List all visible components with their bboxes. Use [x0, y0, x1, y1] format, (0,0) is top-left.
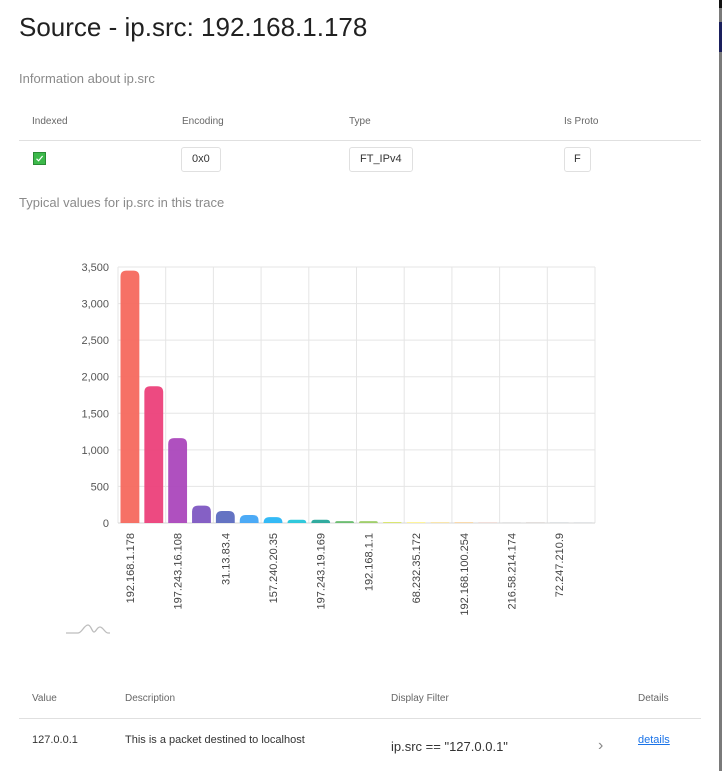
check-icon: [36, 155, 44, 162]
is-proto-value: F: [564, 147, 591, 172]
y-tick-label: 3,500: [81, 262, 109, 274]
y-tick-label: 0: [103, 518, 109, 530]
row-value: 127.0.0.1: [32, 734, 78, 746]
x-tick-label: 157.240.20.35: [268, 533, 280, 603]
row-display-filter: ip.src == "127.0.0.1": [391, 739, 508, 754]
col-is-proto: Is Proto: [564, 116, 599, 127]
details-link[interactable]: details: [638, 734, 670, 746]
col-encoding: Encoding: [182, 116, 224, 127]
bar: [120, 270, 140, 523]
x-tick-label: 192.168.1.178: [125, 533, 137, 603]
info-heading: Information about ip.src: [19, 71, 155, 86]
y-tick-label: 500: [91, 481, 109, 493]
bar: [311, 519, 331, 523]
field-info-table: Indexed Encoding Type Is Proto 0x0 FT_IP…: [19, 108, 701, 181]
bar: [239, 514, 259, 523]
y-tick-label: 3,000: [81, 299, 109, 311]
x-tick-label: 192.168.1.1: [363, 533, 375, 591]
bar: [263, 517, 283, 523]
y-tick-label: 1,500: [81, 408, 109, 420]
y-tick-label: 1,000: [81, 445, 109, 457]
typical-values-chart: 0 500 1,000 1,500 2,000 2,500 3,000 3,500 192.16…: [81, 262, 596, 615]
bar: [215, 511, 235, 523]
y-tick-label: 2,000: [81, 372, 109, 384]
distribution-sparkline-icon[interactable]: [64, 620, 112, 638]
bar: [168, 438, 188, 523]
bar: [335, 521, 354, 523]
table-row: 127.0.0.1 This is a packet destined to l…: [19, 719, 701, 769]
y-tick-label: 2,500: [81, 335, 109, 347]
x-tick-label: 68.232.35.172: [411, 533, 423, 603]
dialog-title: Source - ip.src: 192.168.1.178: [19, 12, 368, 42]
col-value: Value: [32, 693, 57, 704]
col-details: Details: [638, 693, 669, 704]
x-tick-label: 72.247.210.9: [554, 533, 566, 597]
x-tick-label: 197.243.19.169: [316, 533, 328, 609]
col-description: Description: [125, 693, 176, 704]
x-tick-label: 216.58.214.174: [507, 533, 519, 609]
bar: [406, 522, 426, 523]
bar: [287, 519, 307, 523]
values-table: Value Description Display Filter Details…: [19, 688, 701, 769]
indexed-checkbox[interactable]: [33, 152, 46, 165]
x-tick-label: 192.168.100.254: [459, 533, 471, 615]
field-info-row: 0x0 FT_IPv4 F: [19, 141, 701, 181]
bar: [144, 386, 164, 523]
x-tick-label: 31.13.83.4: [220, 533, 232, 585]
chevron-right-icon[interactable]: ›: [598, 737, 603, 755]
col-type: Type: [349, 116, 371, 127]
col-indexed: Indexed: [32, 116, 68, 127]
bar: [382, 522, 402, 523]
bar: [192, 505, 211, 523]
bar: [359, 521, 378, 523]
typical-values-heading: Typical values for ip.src in this trace: [19, 195, 225, 210]
col-display-filter: Display Filter: [391, 693, 449, 704]
encoding-value: 0x0: [181, 147, 221, 172]
field-info-header: Indexed Encoding Type Is Proto: [19, 108, 701, 141]
values-table-header: Value Description Display Filter Details: [19, 688, 701, 719]
type-value: FT_IPv4: [349, 147, 413, 172]
x-tick-label: 197.243.16.108: [173, 533, 185, 609]
row-description: This is a packet destined to localhost: [125, 734, 305, 746]
